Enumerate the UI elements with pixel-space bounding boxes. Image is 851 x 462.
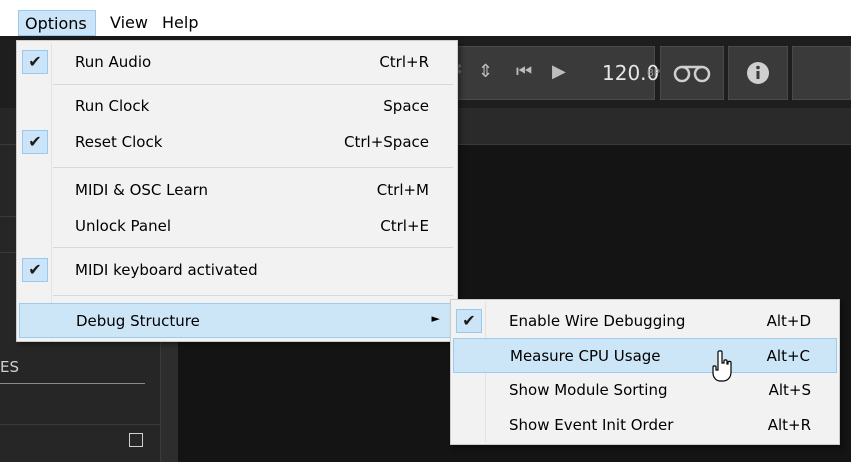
options-menu-item[interactable]: ✔ Reset Clock Ctrl+Space <box>19 125 455 160</box>
loop-icon <box>673 65 711 83</box>
sidebar-divider <box>0 424 160 425</box>
debug-submenu-item[interactable]: ✔ Enable Wire Debugging Alt+D <box>453 304 837 339</box>
options-menu-item-shortcut: Ctrl+M <box>376 181 429 199</box>
options-menu-item-shortcut: Ctrl+R <box>379 53 429 71</box>
up-down-arrows-icon[interactable]: ⇕ <box>478 61 493 82</box>
options-menu-item-shortcut: Space <box>383 97 429 115</box>
debug-submenu-item[interactable]: Show Module Sorting Alt+S <box>453 373 837 408</box>
options-menu-item[interactable]: MIDI & OSC Learn Ctrl+M <box>19 173 455 208</box>
debug-structure-submenu: ✔ Enable Wire Debugging Alt+D Measure CPU U… <box>450 299 840 445</box>
menu-separator <box>53 84 453 85</box>
checkmark-icon: ✔ <box>456 309 482 333</box>
options-menu-item-label: Reset Clock <box>75 133 163 151</box>
menu-separator <box>53 247 453 248</box>
debug-submenu-item-shortcut: Alt+R <box>767 416 811 434</box>
debug-submenu-item-shortcut: Alt+S <box>768 381 811 399</box>
debug-submenu-item[interactable]: Show Event Init Order Alt+R <box>453 408 837 443</box>
options-menu-item-label: Run Audio <box>75 53 152 71</box>
debug-submenu-item-shortcut: Alt+D <box>766 312 811 330</box>
debug-submenu-item-label: Measure CPU Usage <box>510 347 661 365</box>
options-menu-item[interactable]: Debug Structure ► <box>19 303 455 338</box>
menu-bar: Options View Help <box>0 0 851 36</box>
menu-view-label: View <box>110 13 148 32</box>
info-icon <box>747 62 769 84</box>
menu-separator <box>53 295 453 296</box>
options-menu-item-shortcut: Ctrl+Space <box>344 133 429 151</box>
menu-separator <box>53 167 453 168</box>
checkmark-icon: ✔ <box>22 258 48 282</box>
options-menu-item[interactable]: ✔ Run Audio Ctrl+R <box>19 45 455 80</box>
options-dropdown-menu: ✔ Run Audio Ctrl+R Run Clock Space ✔ Reset Clo… <box>16 40 458 342</box>
checkmark-icon: ✔ <box>22 130 48 154</box>
menu-help-label: Help <box>162 13 199 32</box>
sidebar-section-label: ES <box>0 358 19 376</box>
options-menu-item[interactable]: ✔ MIDI keyboard activated <box>19 253 455 288</box>
menu-view[interactable]: View <box>104 10 154 36</box>
options-menu-item-shortcut: Ctrl+E <box>380 217 429 235</box>
debug-submenu-item-label: Show Module Sorting <box>509 381 668 399</box>
sidebar-checkbox[interactable] <box>129 433 143 447</box>
more-button[interactable] <box>792 46 851 100</box>
skip-back-icon[interactable]: ⏮ <box>516 61 532 82</box>
checkmark-icon: ✔ <box>22 50 48 74</box>
submenu-arrow-icon: ► <box>431 312 440 325</box>
loop-button[interactable] <box>660 46 724 100</box>
menu-options[interactable]: Options <box>18 10 96 36</box>
options-menu-item-label: Unlock Panel <box>75 217 171 235</box>
info-button[interactable] <box>728 46 788 100</box>
play-icon[interactable]: ▶ <box>552 61 566 82</box>
options-menu-item-label: Run Clock <box>75 97 150 115</box>
options-menu-item-label: MIDI & OSC Learn <box>75 181 209 199</box>
debug-submenu-item[interactable]: Measure CPU Usage Alt+C <box>453 338 837 373</box>
menu-help[interactable]: Help <box>156 10 204 36</box>
sidebar-section-underline <box>0 383 145 384</box>
debug-submenu-item-label: Show Event Init Order <box>509 416 674 434</box>
options-menu-item-label: Debug Structure <box>76 312 200 330</box>
options-menu-item[interactable]: Unlock Panel Ctrl+E <box>19 209 455 244</box>
mouse-pointer-icon <box>712 350 732 382</box>
debug-submenu-item-shortcut: Alt+C <box>766 347 810 365</box>
options-menu-item[interactable]: Run Clock Space <box>19 89 455 124</box>
debug-submenu-item-label: Enable Wire Debugging <box>509 312 686 330</box>
menu-options-label: Options <box>25 14 87 33</box>
transport-bar: ✱ ⇕ ⏮ ▶ 120.0 BPM <box>446 46 669 100</box>
options-menu-item-label: MIDI keyboard activated <box>75 261 258 279</box>
